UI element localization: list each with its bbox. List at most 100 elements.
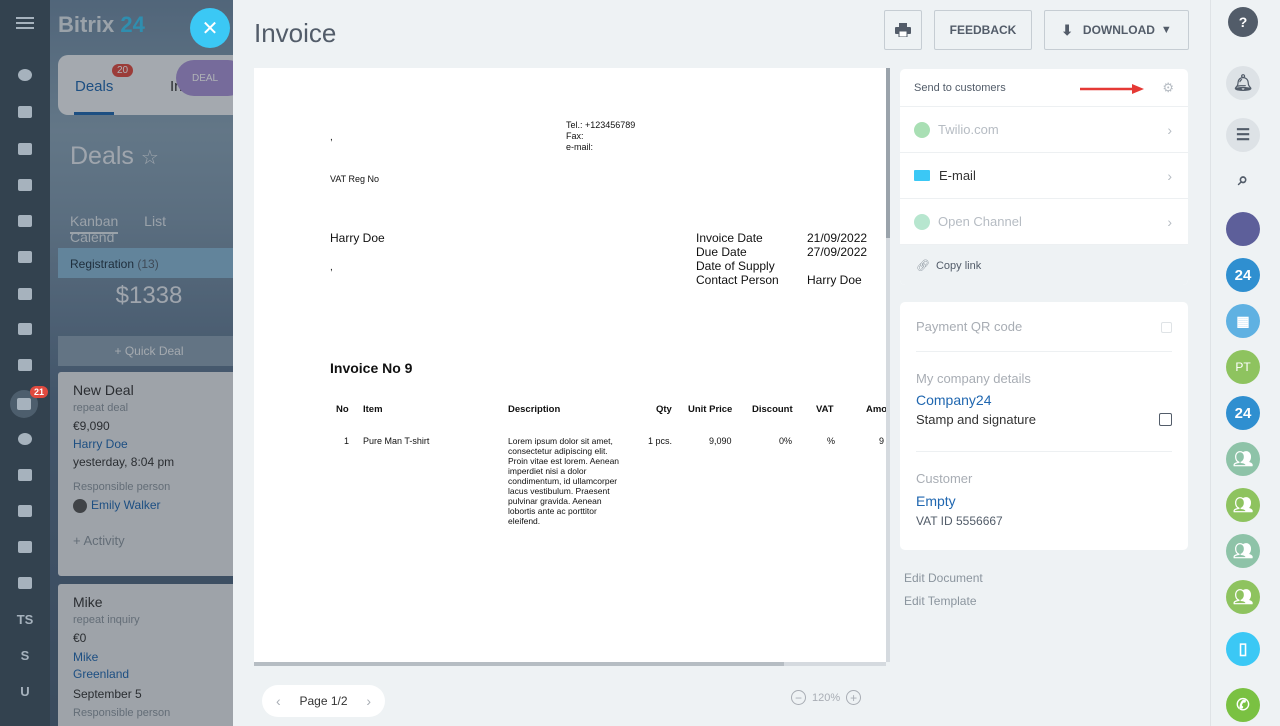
edit-template-link[interactable]: Edit Template	[904, 594, 977, 608]
box2-icon[interactable]	[14, 574, 36, 592]
page-indicator: Page 1/2	[299, 694, 348, 708]
col-amount: Amo	[866, 404, 886, 415]
box-icon[interactable]	[14, 538, 36, 556]
details-panel: Payment QR code My company details Compa…	[900, 302, 1188, 550]
send-header: Send to customers ⚙	[900, 69, 1188, 107]
prev-page-icon[interactable]: ‹	[276, 693, 281, 709]
cell-qty: 1 pcs.	[648, 436, 673, 446]
nav-u[interactable]: U	[14, 682, 36, 700]
drive-icon[interactable]	[14, 248, 36, 266]
company-details-label: My company details	[916, 371, 1031, 386]
channel-email[interactable]: E-mail ›	[900, 153, 1188, 199]
target-icon[interactable]	[14, 430, 36, 448]
openchannel-icon	[914, 213, 930, 230]
calendar-icon[interactable]: ▦	[1226, 304, 1260, 338]
cell-unit-price: 9,090	[709, 436, 732, 446]
channel-label: E-mail	[939, 168, 976, 183]
next-page-icon[interactable]: ›	[366, 693, 371, 709]
meta-label: Contact Person	[696, 273, 779, 287]
col-item: Item	[363, 404, 383, 415]
cell-description: Lorem ipsum dolor sit amet, consectetur …	[508, 436, 620, 526]
mail-nav-icon[interactable]	[14, 320, 36, 338]
cell-vat: %	[827, 436, 836, 446]
download-button[interactable]: ⬇ DOWNLOAD ▼	[1044, 10, 1189, 50]
checklist-icon[interactable]	[14, 356, 36, 374]
activity-stream-icon[interactable]	[14, 66, 36, 84]
meta-label: Due Date	[696, 245, 747, 259]
group-icon[interactable]: 👥︎	[1226, 534, 1260, 568]
nav-ts[interactable]: TS	[14, 610, 36, 628]
stamp-checkbox[interactable]	[1159, 413, 1172, 426]
phone-icon[interactable]: ✆	[1226, 688, 1260, 722]
channel-label: Twilio.com	[938, 122, 999, 137]
customer-link[interactable]: Empty	[916, 493, 956, 509]
zoom-out-icon[interactable]: −	[791, 690, 806, 705]
printer-icon	[895, 23, 911, 37]
contacts-icon[interactable]	[14, 285, 36, 303]
group-icon[interactable]: 👥︎	[1226, 442, 1260, 476]
doc-tel: Tel.: +123456789	[566, 120, 636, 130]
avatar[interactable]: PT	[1226, 350, 1260, 384]
company-link[interactable]: Company24	[916, 392, 992, 408]
tasks-icon[interactable]	[14, 103, 36, 121]
doc-meta-values: 21/09/2022 27/09/2022 Harry Doe	[807, 231, 867, 287]
doc-invoice-no: Invoice No 9	[330, 360, 413, 376]
doc-email: e-mail:	[566, 142, 594, 152]
stamp-label: Stamp and signature	[916, 412, 1036, 427]
cell-discount: 0%	[779, 436, 793, 446]
chevron-right-icon: ›	[1167, 213, 1172, 230]
right-sidebar: ? 🔔︎ ☰ ⌕ 24 ▦ PT 24 👥︎ 👥︎ 👥︎ 👥︎ ▯ ✆	[1210, 0, 1280, 726]
tablet-icon[interactable]: ▯	[1226, 632, 1260, 666]
doc-comma: ,	[330, 132, 333, 143]
group-icon[interactable]: 👥︎	[1226, 488, 1260, 522]
divider	[916, 351, 1172, 352]
channel-twilio[interactable]: Twilio.com ›	[900, 107, 1188, 153]
customer-label: Customer	[916, 471, 973, 486]
documents-icon[interactable]	[14, 212, 36, 230]
close-icon: ✕	[201, 17, 219, 40]
meta-label: Date of Supply	[696, 259, 775, 273]
col-no: No	[336, 404, 349, 415]
edit-document-link[interactable]: Edit Document	[904, 571, 983, 585]
chat-icon[interactable]	[14, 140, 36, 158]
background-app: Bitrix 24 Deals 20 In DEAL Deals ☆ Kanba…	[50, 0, 240, 726]
b24-icon[interactable]: 24	[1226, 396, 1260, 430]
search-icon[interactable]: ⌕	[1226, 162, 1260, 196]
doc-comma: ,	[330, 262, 333, 273]
vertical-scrollbar[interactable]	[886, 68, 890, 662]
close-slider-button[interactable]: ✕	[190, 8, 230, 48]
zoom-control: − 120% +	[791, 690, 862, 705]
channel-label: Open Channel	[938, 214, 1022, 229]
zoom-in-icon[interactable]: +	[846, 690, 862, 705]
messenger-icon[interactable]: ☰	[1226, 118, 1260, 152]
calendar-icon[interactable]	[14, 176, 36, 194]
print-button[interactable]	[884, 10, 922, 50]
whatsapp-icon	[914, 121, 930, 138]
cart-icon[interactable]	[14, 466, 36, 484]
feedback-button[interactable]: FEEDBACK	[934, 10, 1032, 50]
nav-s[interactable]: S	[14, 646, 36, 664]
dim-overlay	[50, 0, 240, 726]
channel-openchannel[interactable]: Open Channel ›	[900, 199, 1188, 245]
page-title: Invoice	[254, 18, 337, 48]
payment-qr-checkbox[interactable]	[1161, 322, 1172, 333]
zoom-level: 120%	[812, 691, 841, 704]
horizontal-scrollbar[interactable]	[254, 662, 886, 666]
send-panel: Send to customers ⚙ Twilio.com › E-mail …	[900, 69, 1188, 285]
copy-link-label: Copy link	[935, 260, 982, 272]
download-icon: ⬇	[1061, 21, 1073, 38]
doc-fax: Fax:	[566, 131, 584, 141]
help-icon[interactable]: ?	[1228, 7, 1258, 37]
group-icon[interactable]: 👥︎	[1226, 580, 1260, 614]
bell-icon[interactable]: 🔔︎	[1226, 66, 1260, 100]
send-title: Send to customers	[914, 81, 1006, 94]
menu-icon[interactable]	[14, 14, 36, 32]
avatar[interactable]	[1226, 212, 1260, 246]
b24-icon[interactable]: 24	[1226, 258, 1260, 292]
cell-amount: 9	[879, 436, 885, 446]
card-icon[interactable]	[14, 502, 36, 520]
copy-link-button[interactable]: 🔗︎ Copy link	[900, 245, 1188, 285]
download-label: DOWNLOAD	[1082, 23, 1155, 37]
gear-icon[interactable]: ⚙	[1162, 80, 1174, 96]
company-contacts: Tel.: +123456789 Fax: e-mail:	[566, 120, 635, 153]
